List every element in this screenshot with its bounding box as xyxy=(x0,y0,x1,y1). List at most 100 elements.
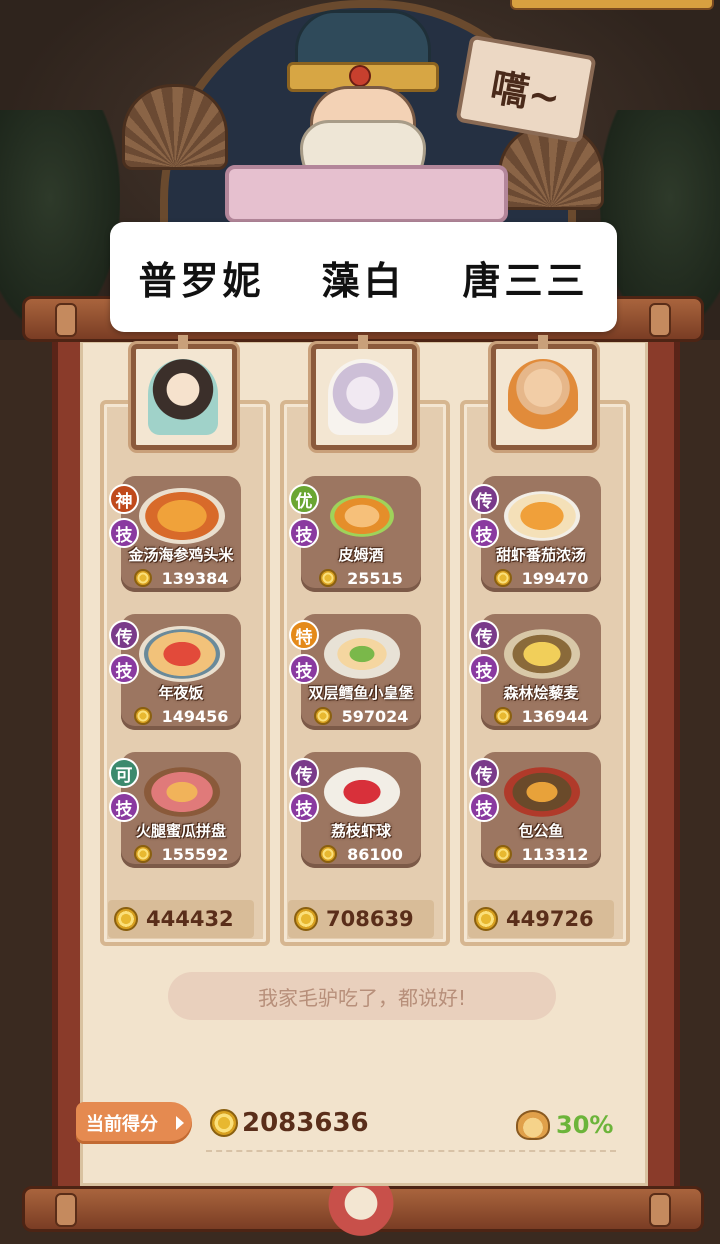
chef-avatar-frame[interactable] xyxy=(311,335,417,450)
dish-image xyxy=(139,626,225,682)
column-total: 449726 xyxy=(468,900,614,938)
dish-image xyxy=(499,488,585,544)
coin-icon xyxy=(474,907,498,931)
tassel-ornament xyxy=(326,1186,396,1244)
coin-icon xyxy=(294,907,318,931)
dish-score-value: 25515 xyxy=(347,568,403,588)
column-total: 708639 xyxy=(288,900,434,938)
coin-bowl-icon xyxy=(516,1110,550,1140)
dish-image xyxy=(499,764,585,820)
dish-score: 199470 xyxy=(487,567,595,589)
skill-badge: 技 xyxy=(109,518,139,548)
judge-table xyxy=(225,165,508,223)
current-score-label: 当前得分 xyxy=(76,1102,192,1144)
dish-image xyxy=(139,488,225,544)
dish-score-value: 155592 xyxy=(161,844,229,864)
dish-name: 年夜饭 xyxy=(158,684,204,702)
column-total-value: 708639 xyxy=(326,907,414,931)
bonus-value: 30% xyxy=(556,1111,614,1139)
chef-ghost-avatar xyxy=(328,359,398,435)
rarity-badge: 传 xyxy=(469,484,499,514)
skill-badge: 技 xyxy=(469,654,499,684)
score-divider xyxy=(206,1150,616,1152)
dish-name: 荔枝虾球 xyxy=(330,822,391,840)
dish-card[interactable]: 包公鱼 113312 xyxy=(481,752,601,868)
dish-name: 火腿蜜瓜拼盘 xyxy=(135,822,226,840)
rod-knob xyxy=(55,303,77,337)
dish-image xyxy=(499,626,585,682)
dish-score: 113312 xyxy=(487,843,595,865)
dish-score: 139384 xyxy=(127,567,235,589)
dish-image xyxy=(319,488,405,544)
chef-avatar-frame[interactable] xyxy=(491,335,597,450)
chef-woman-avatar xyxy=(148,359,218,435)
coin-icon xyxy=(319,569,338,587)
dish-card[interactable]: 荔枝虾球 86100 xyxy=(301,752,421,868)
dish-score-value: 86100 xyxy=(347,844,403,864)
skill-badge: 技 xyxy=(469,518,499,548)
rarity-badge: 神 xyxy=(109,484,139,514)
total-score-value: 2083636 xyxy=(242,1108,369,1138)
frame-pin xyxy=(358,335,368,349)
folding-fan-icon xyxy=(122,84,228,170)
dish-score: 149456 xyxy=(127,705,235,727)
dish-image xyxy=(319,764,405,820)
dish-score-value: 113312 xyxy=(521,844,589,864)
player-name: 普罗妮 xyxy=(138,257,265,303)
dish-score-value: 199470 xyxy=(521,568,589,588)
dish-name: 金汤海参鸡头米 xyxy=(128,546,234,564)
coin-icon xyxy=(319,845,338,863)
skill-badge: 技 xyxy=(109,792,139,822)
chef-avatar-frame[interactable] xyxy=(131,335,237,450)
coin-icon xyxy=(133,707,152,725)
dish-name: 森林烩藜麦 xyxy=(503,684,579,702)
dish-card[interactable]: 火腿蜜瓜拼盘 155592 xyxy=(121,752,241,868)
column-total: 444432 xyxy=(108,900,254,938)
dish-image xyxy=(139,764,225,820)
rod-knob xyxy=(55,1193,77,1227)
coin-icon xyxy=(133,569,152,587)
dish-card[interactable]: 金汤海参鸡头米 139384 xyxy=(121,476,241,592)
rarity-badge: 传 xyxy=(469,758,499,788)
dish-name: 包公鱼 xyxy=(518,822,564,840)
rarity-badge: 特 xyxy=(289,620,319,650)
rarity-badge: 优 xyxy=(289,484,319,514)
dish-name: 皮姆酒 xyxy=(338,546,384,564)
dish-score: 597024 xyxy=(307,705,415,727)
player-names-banner: 普罗妮 藻白 唐三三 xyxy=(110,222,617,332)
dish-card[interactable]: 年夜饭 149456 xyxy=(121,614,241,730)
rod-knob xyxy=(649,303,671,337)
frame-pin xyxy=(178,335,188,349)
skill-badge: 技 xyxy=(289,792,319,822)
coin-icon xyxy=(313,707,332,725)
dish-name: 甜虾番茄浓汤 xyxy=(495,546,586,564)
rod-knob xyxy=(649,1193,671,1227)
total-score: 2083636 xyxy=(210,1108,369,1138)
column-total-value: 449726 xyxy=(506,907,594,931)
rarity-badge: 传 xyxy=(109,620,139,650)
dish-score-value: 136944 xyxy=(521,706,589,726)
skill-badge: 技 xyxy=(469,792,499,822)
dish-card[interactable]: 双层鳕鱼小皇堡 597024 xyxy=(301,614,421,730)
skill-badge: 技 xyxy=(109,654,139,684)
coin-icon xyxy=(493,569,512,587)
dish-score-value: 139384 xyxy=(161,568,229,588)
dish-score: 155592 xyxy=(127,843,235,865)
top-bar-decoration xyxy=(510,0,714,10)
hat-gem-icon xyxy=(349,65,371,87)
rarity-badge: 可 xyxy=(109,758,139,788)
dish-card[interactable]: 皮姆酒 25515 xyxy=(301,476,421,592)
judge-comment: 我家毛驴吃了，都说好! xyxy=(168,972,556,1020)
dish-image xyxy=(319,626,405,682)
dish-card[interactable]: 森林烩藜麦 136944 xyxy=(481,614,601,730)
dish-card[interactable]: 甜虾番茄浓汤 199470 xyxy=(481,476,601,592)
coin-icon xyxy=(210,1109,238,1137)
chef-column-1: 金汤海参鸡头米 139384 神 技 年夜饭 149456 传 技 火腿蜜瓜拼盘… xyxy=(100,400,270,946)
bonus-indicator[interactable]: 30% xyxy=(516,1110,613,1140)
dish-score: 86100 xyxy=(307,843,415,865)
player-name: 藻白 xyxy=(321,257,406,303)
coin-icon xyxy=(493,845,512,863)
dish-score-value: 597024 xyxy=(341,706,409,726)
dish-score: 136944 xyxy=(487,705,595,727)
column-total-value: 444432 xyxy=(146,907,234,931)
